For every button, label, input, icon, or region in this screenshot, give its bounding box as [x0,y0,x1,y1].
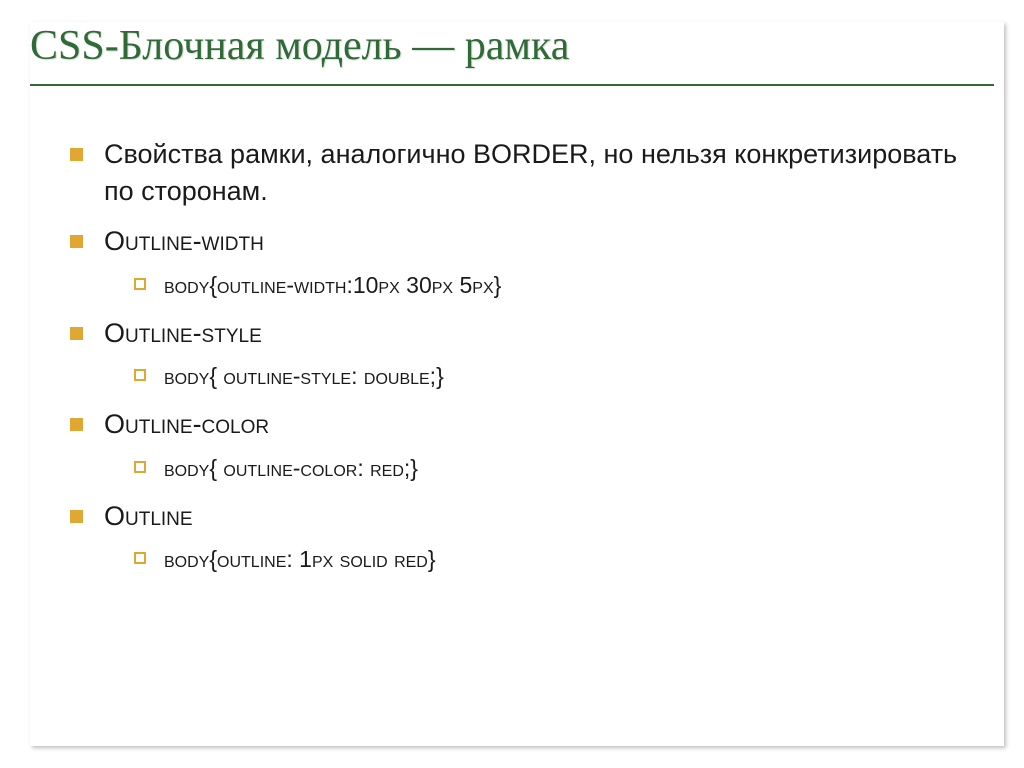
list-item: Свойства рамки, аналогично BORDER, но не… [70,136,974,209]
list-item: Outline-style body{ outline-style: doubl… [70,315,974,392]
sub-list-item: body{ outline-color: red;} [134,453,974,484]
sub-list: body{outline: 1px solid red} [104,544,974,575]
sub-list-item-text: body{ outline-color: red;} [164,455,418,481]
sub-list: body{ outline-color: red;} [104,453,974,484]
sub-list-item-text: body{outline-width:10px 30px 5px} [164,272,501,298]
list-item-text: Outline-color [104,409,269,439]
slide-content: Свойства рамки, аналогично BORDER, но не… [0,86,1024,575]
sub-list-item: body{outline-width:10px 30px 5px} [134,270,974,301]
slide: CSS-Блочная модель — рамка Свойства рамк… [0,0,1024,768]
bullet-list: Свойства рамки, аналогично BORDER, но не… [70,136,974,575]
sub-list-item: body{ outline-style: double;} [134,361,974,392]
list-item: Outline body{outline: 1px solid red} [70,498,974,575]
list-item-text: Outline-width [104,226,264,256]
sub-list-item-text: body{ outline-style: double;} [164,363,444,389]
sub-list: body{outline-width:10px 30px 5px} [104,270,974,301]
list-item-text: Outline-style [104,318,262,348]
sub-list-item-text: body{outline: 1px solid red} [164,546,436,572]
sub-list: body{ outline-style: double;} [104,361,974,392]
list-item: Outline-width body{outline-width:10px 30… [70,223,974,300]
list-item-text: Outline [104,501,193,531]
list-item-text: Свойства рамки, аналогично BORDER, но не… [104,139,957,205]
sub-list-item: body{outline: 1px solid red} [134,544,974,575]
list-item: Outline-color body{ outline-color: red;} [70,406,974,483]
